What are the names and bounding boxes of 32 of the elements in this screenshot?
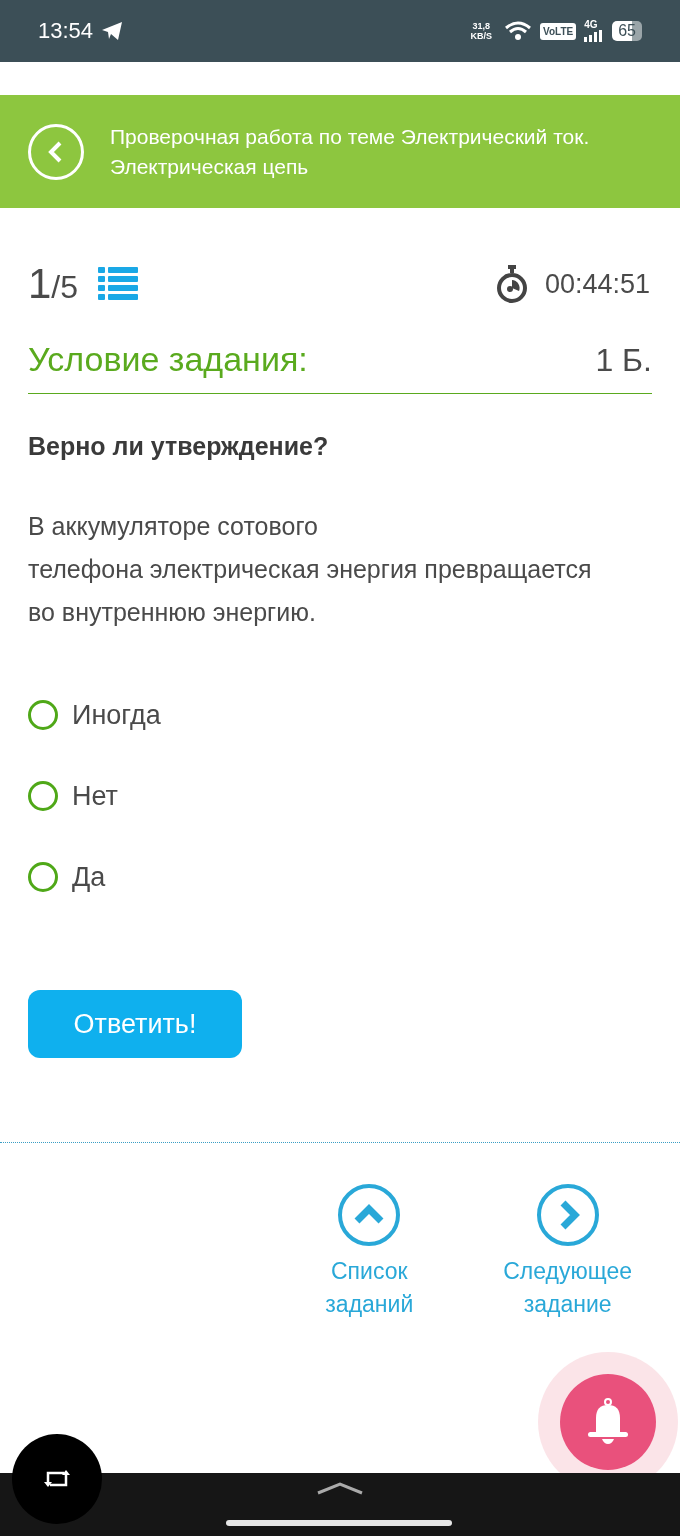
paper-plane-icon <box>101 21 124 41</box>
speed-unit: KB/S <box>470 31 492 41</box>
signal-icon <box>584 30 605 42</box>
battery-indicator: 65 <box>612 21 642 41</box>
list-icon[interactable] <box>98 266 139 302</box>
question: Верно ли утверждение? <box>28 432 330 461</box>
bell-icon <box>586 1398 630 1446</box>
task-number: 1 <box>28 260 52 307</box>
chevron-up-icon[interactable] <box>337 1183 402 1247</box>
speed-value: 31,8 <box>472 21 490 31</box>
home-handle[interactable] <box>226 1520 452 1526</box>
wifi-icon <box>504 20 532 42</box>
stopwatch-icon <box>494 264 529 304</box>
option-label[interactable]: Да <box>72 861 106 893</box>
page-title: Проверочная работа по теме Электрический ток. Электрическая цепь <box>110 123 591 180</box>
points: 1 Б. <box>595 342 652 379</box>
timer: 00:44:51 <box>544 268 650 300</box>
radio-button[interactable] <box>28 781 58 811</box>
clock: 13:54 <box>38 18 94 44</box>
radio-button[interactable] <box>28 862 58 892</box>
rotate-icon <box>42 1469 72 1489</box>
statement: В аккумуляторе сотового телефона электрическая энергия превращается во внутреннюю энергию. <box>28 511 593 628</box>
option-label[interactable]: Иногда <box>72 699 161 731</box>
volte-badge: VoLTE <box>540 22 577 40</box>
chevron-right-icon[interactable] <box>535 1183 600 1247</box>
section-heading: Условие задания: <box>28 340 308 379</box>
task-total: /5 <box>51 269 79 305</box>
network-label: 4G <box>584 20 598 30</box>
back-button[interactable] <box>28 123 84 180</box>
radio-button[interactable] <box>28 700 58 730</box>
caret-up-icon[interactable] <box>316 1481 364 1495</box>
option-label[interactable]: Нет <box>72 780 118 812</box>
